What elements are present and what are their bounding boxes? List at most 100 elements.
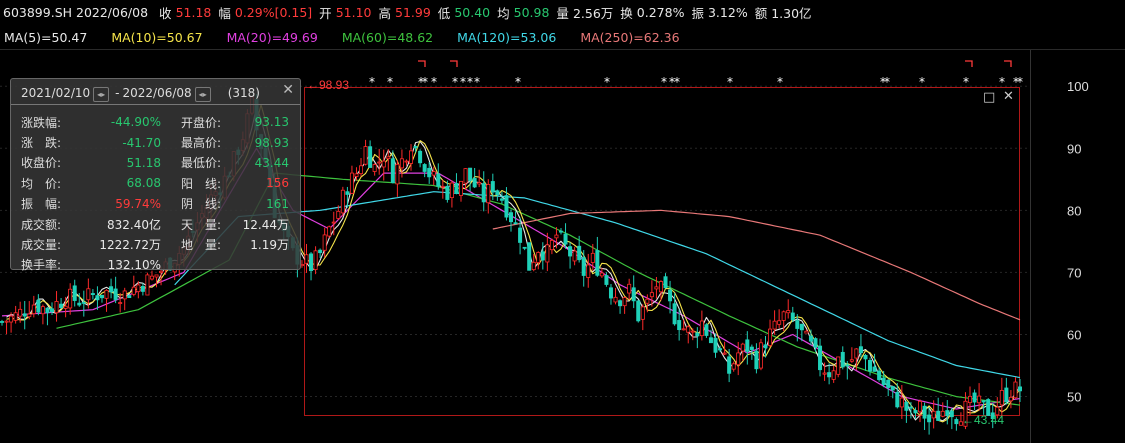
candle-body xyxy=(727,356,732,374)
candle-body xyxy=(309,253,314,272)
close-selection-icon[interactable]: ✕ xyxy=(1003,89,1014,104)
candle-body xyxy=(645,298,650,304)
event-marker[interactable]: * xyxy=(727,75,733,89)
candle-body xyxy=(322,234,327,251)
event-marker[interactable]: * xyxy=(467,75,473,89)
stat-label: 阳 线: xyxy=(181,176,222,191)
stat-label: 均 价: xyxy=(21,176,62,191)
candle-body xyxy=(340,189,345,214)
event-flag[interactable] xyxy=(965,60,973,67)
event-marker[interactable]: * xyxy=(999,75,1005,89)
candle-body xyxy=(122,290,127,300)
candle-body xyxy=(940,410,945,417)
candle-body xyxy=(22,313,27,317)
range-selection[interactable] xyxy=(304,87,1020,416)
event-marker[interactable]: * xyxy=(460,75,466,89)
candle-body xyxy=(540,251,545,261)
candle-body xyxy=(81,301,86,304)
candle-body xyxy=(1008,396,1013,402)
candle-body xyxy=(668,289,673,302)
candle-body xyxy=(745,339,750,352)
event-marker[interactable]: * xyxy=(661,75,667,89)
event-marker[interactable]: * xyxy=(369,75,375,89)
candle-body xyxy=(836,356,841,375)
candle-body xyxy=(954,419,959,425)
candle-body xyxy=(331,221,336,224)
candle-body xyxy=(913,410,918,414)
candle-body xyxy=(63,305,68,309)
candle-body xyxy=(59,303,64,308)
candle-body xyxy=(527,242,532,271)
event-marker[interactable]: * xyxy=(1017,75,1023,89)
interval-header: 2021/02/10 ◂▸ - 2022/06/08 ◂▸ (318) xyxy=(21,86,260,102)
candle-body xyxy=(18,308,23,317)
event-marker[interactable]: * xyxy=(884,75,890,89)
stat-label: 阴 线: xyxy=(181,197,222,212)
candle-body xyxy=(531,261,536,271)
y-tick-label: 80 xyxy=(1067,203,1081,218)
candle-body xyxy=(536,252,541,263)
candle-body xyxy=(1004,387,1009,402)
event-marker[interactable]: * xyxy=(963,75,969,89)
maximize-icon[interactable]: □ xyxy=(983,90,995,105)
close-icon[interactable]: ✕ xyxy=(282,82,294,98)
candle-body xyxy=(472,178,477,188)
stat-label: 换手率: xyxy=(21,258,62,273)
event-flag[interactable] xyxy=(418,60,426,67)
candle-body xyxy=(718,348,723,351)
candle-body xyxy=(149,275,154,280)
stat-label: 涨跌幅: xyxy=(21,115,62,130)
candle-body xyxy=(436,173,441,187)
range-start-stepper-icon[interactable]: ◂▸ xyxy=(93,86,110,102)
stats-row: 成交额: 832.40亿 天 量: 12.44万 xyxy=(21,214,296,234)
candle-body xyxy=(354,173,359,177)
candle-body xyxy=(699,320,704,337)
candle-body xyxy=(695,332,700,337)
candle-body xyxy=(808,335,813,342)
candle-body xyxy=(677,320,682,331)
ma120-line xyxy=(174,191,1021,379)
stat-label: 收盘价: xyxy=(21,156,62,171)
candle-body xyxy=(949,410,954,418)
candle-body xyxy=(99,294,104,299)
candle-body xyxy=(754,350,759,370)
event-flag[interactable] xyxy=(1004,60,1012,67)
candle-body xyxy=(554,234,559,239)
candle-body xyxy=(586,264,591,278)
candle-body xyxy=(790,312,795,321)
stats-row: 收盘价: 51.18 最低价: 43.44 xyxy=(21,153,296,173)
event-marker[interactable]: * xyxy=(604,75,610,89)
candle-body xyxy=(45,307,50,314)
candle-body xyxy=(945,410,950,417)
candle-body xyxy=(418,150,423,164)
candle-body xyxy=(781,311,786,321)
event-marker[interactable]: * xyxy=(387,75,393,89)
stats-grid: 涨跌幅: -44.90% 开盘价: 93.13 涨 跌: -41.70 最高价: 98.93 收… xyxy=(21,112,296,275)
stat-value: 1222.72万 xyxy=(99,238,161,253)
candle-body xyxy=(768,328,773,346)
event-marker[interactable]: * xyxy=(515,75,521,89)
candle-body xyxy=(427,167,432,178)
event-marker[interactable]: * xyxy=(674,75,680,89)
event-marker[interactable]: * xyxy=(431,75,437,89)
candle-body xyxy=(459,180,464,196)
candle-body xyxy=(40,306,45,315)
event-flag[interactable] xyxy=(450,60,458,67)
event-marker[interactable]: * xyxy=(919,75,925,89)
event-marker[interactable]: * xyxy=(777,75,783,89)
event-marker[interactable]: * xyxy=(422,75,428,89)
candle-body xyxy=(886,379,891,388)
candle-body xyxy=(318,249,323,254)
range-start: 2021/02/10 xyxy=(21,86,91,100)
candle-body xyxy=(118,302,123,304)
candle-body xyxy=(68,288,73,309)
candle-body xyxy=(0,321,4,323)
range-end-stepper-icon[interactable]: ◂▸ xyxy=(194,86,211,102)
candle-body xyxy=(495,190,500,196)
candle-body xyxy=(113,288,118,300)
stats-row: 振 幅: 59.74% 阴 线: 161 xyxy=(21,194,296,214)
event-marker[interactable]: * xyxy=(452,75,458,89)
candle-body xyxy=(795,320,800,329)
event-marker[interactable]: * xyxy=(474,75,480,89)
y-tick-label: 90 xyxy=(1067,141,1081,156)
